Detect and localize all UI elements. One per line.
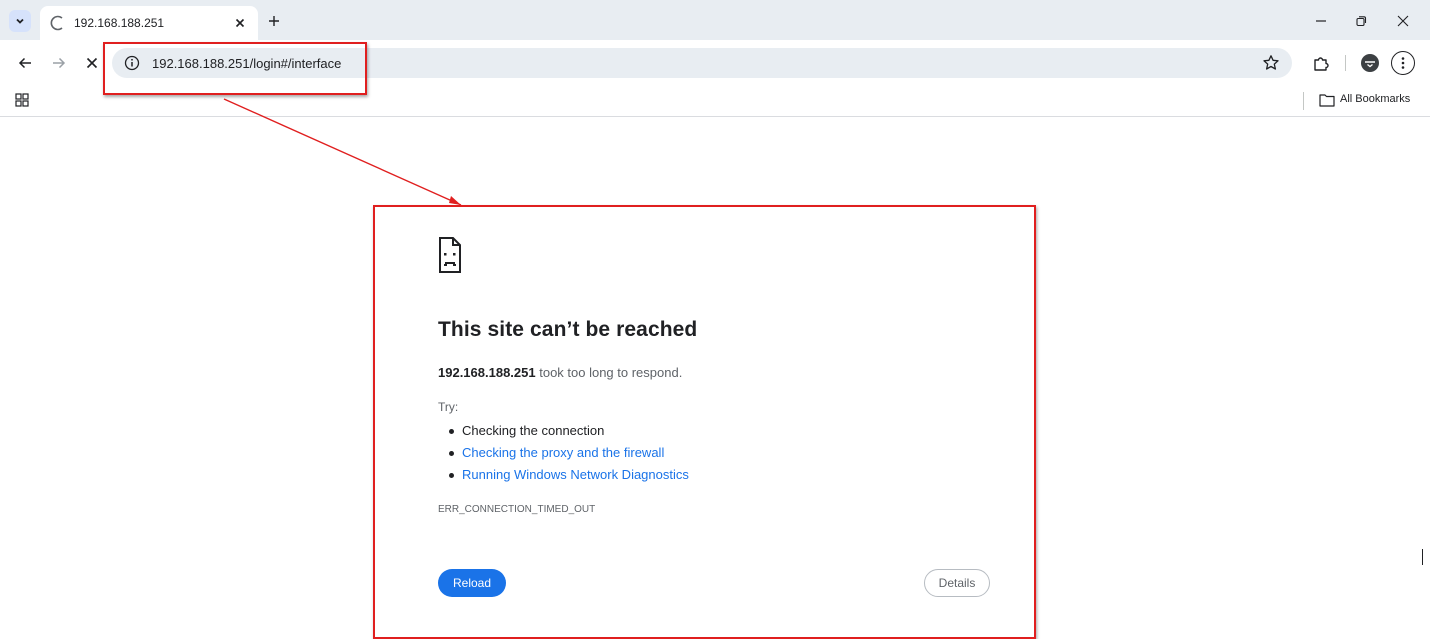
plus-icon	[269, 16, 279, 26]
tab-strip: 192.168.188.251	[0, 0, 1430, 40]
active-tab[interactable]: 192.168.188.251	[40, 6, 258, 40]
loading-spinner-icon	[50, 15, 63, 31]
tab-title: 192.168.188.251	[74, 16, 165, 30]
tab-search-button[interactable]	[9, 10, 31, 32]
back-button[interactable]	[16, 54, 34, 72]
arrow-right-icon	[53, 57, 66, 69]
folder-icon[interactable]	[1319, 93, 1335, 107]
menu-button[interactable]	[1391, 51, 1415, 75]
minimize-button[interactable]	[1311, 11, 1331, 31]
close-icon	[86, 57, 98, 69]
forward-button[interactable]	[50, 54, 68, 72]
restore-button[interactable]	[1351, 11, 1371, 31]
tab-close-button[interactable]	[232, 15, 248, 31]
url-annotation-box	[103, 42, 367, 95]
minimize-icon	[1316, 20, 1326, 22]
chevron-down-icon	[16, 18, 24, 24]
bookmark-star-icon[interactable]	[1262, 54, 1280, 72]
toolbar-divider	[1345, 55, 1346, 71]
arrow-left-icon	[18, 57, 31, 69]
extensions-icon[interactable]	[1312, 54, 1330, 72]
apps-grid-icon[interactable]	[14, 92, 30, 108]
stop-loading-button[interactable]	[83, 54, 101, 72]
more-vertical-icon	[1401, 57, 1405, 69]
all-bookmarks-button[interactable]: All Bookmarks	[1340, 93, 1410, 105]
close-icon	[235, 18, 245, 28]
restore-icon	[1356, 16, 1367, 27]
text-cursor	[1422, 549, 1423, 565]
error-annotation-box	[373, 205, 1036, 639]
new-tab-button[interactable]	[266, 13, 282, 29]
window-close-button[interactable]	[1393, 11, 1413, 31]
avatar-face-icon	[1365, 61, 1375, 68]
close-icon	[1397, 15, 1409, 27]
profile-avatar-icon[interactable]	[1361, 54, 1379, 72]
bookmarks-divider	[1303, 92, 1304, 110]
